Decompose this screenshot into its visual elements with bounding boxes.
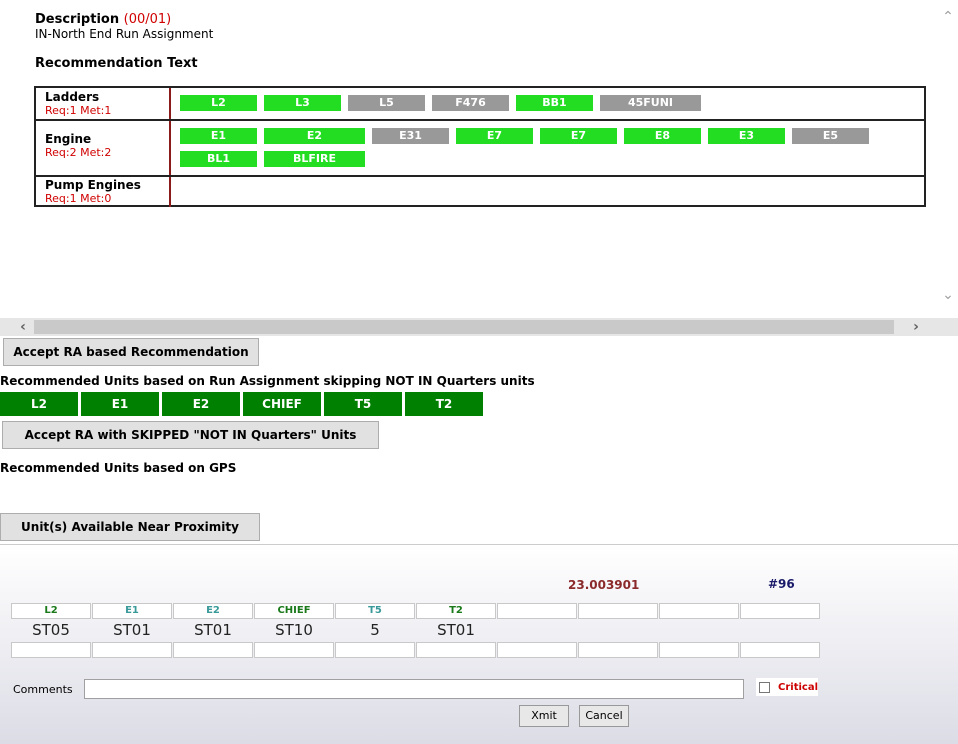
station-cell: ST10 bbox=[275, 621, 313, 639]
empty-unit-cell[interactable] bbox=[740, 642, 820, 658]
unit-chip-e31[interactable]: E31 bbox=[372, 128, 449, 144]
empty-unit-cell[interactable] bbox=[659, 642, 739, 658]
unit-chip-bl1[interactable]: BL1 bbox=[180, 151, 257, 167]
recommended-unit-e1[interactable]: E1 bbox=[81, 392, 159, 416]
run-assignment-window: Description (00/01) IN-North End Run Ass… bbox=[0, 0, 958, 744]
empty-unit-cell[interactable] bbox=[578, 642, 658, 658]
unit-header-cell[interactable]: CHIEF bbox=[254, 603, 334, 619]
description-count: (00/01) bbox=[123, 12, 172, 27]
station-cell: ST05 bbox=[32, 621, 70, 639]
row-label: Pump Engines Req:1 Met:0 bbox=[36, 177, 171, 207]
unit-header-cell[interactable]: E2 bbox=[173, 603, 253, 619]
station-cell bbox=[659, 620, 739, 640]
distance-value: 23.003901 bbox=[568, 578, 640, 592]
unit-chip-45funi[interactable]: 45FUNI bbox=[600, 95, 701, 111]
row-requirement: Req:1 Met:1 bbox=[45, 104, 112, 117]
unit-chip-e5[interactable]: E5 bbox=[792, 128, 869, 144]
empty-unit-cell[interactable] bbox=[254, 642, 334, 658]
description-value: IN-North End Run Assignment bbox=[35, 27, 214, 41]
row-name: Engine bbox=[45, 132, 92, 146]
unit-chip-l5[interactable]: L5 bbox=[348, 95, 425, 111]
unit-chip-blfire[interactable]: BLFIRE bbox=[264, 151, 365, 167]
unit-chip-f476[interactable]: F476 bbox=[432, 95, 509, 111]
row-pump-engines: Pump Engines Req:1 Met:0 bbox=[36, 177, 924, 207]
station-cell: ST01 bbox=[437, 621, 475, 639]
unit-header-cell[interactable] bbox=[659, 603, 739, 619]
row-requirement: Req:2 Met:2 bbox=[45, 146, 112, 159]
unit-chip-bb1[interactable]: BB1 bbox=[516, 95, 593, 111]
scroll-corner bbox=[938, 318, 958, 336]
unit-header-cell[interactable] bbox=[578, 603, 658, 619]
horizontal-scrollbar[interactable]: ‹ › bbox=[0, 318, 938, 336]
dispatch-panel: 23.003901 #96 L2 ST05 E1 ST01 E2 ST01 CHIEF ST1… bbox=[0, 544, 958, 744]
unit-header-cell[interactable] bbox=[497, 603, 577, 619]
empty-unit-cell[interactable] bbox=[335, 642, 415, 658]
station-cell: 5 bbox=[370, 621, 380, 639]
scroll-down-icon[interactable]: ⌄ bbox=[938, 286, 958, 304]
scroll-left-icon[interactable]: ‹ bbox=[14, 318, 32, 336]
scroll-up-icon[interactable]: ⌃ bbox=[938, 8, 958, 26]
row-ladders: Ladders Req:1 Met:1 L2 L3 L5 F476 BB1 45FUNI bbox=[36, 88, 924, 121]
row-requirement: Req:1 Met:0 bbox=[45, 192, 112, 205]
critical-toggle[interactable]: Critical bbox=[756, 678, 818, 696]
unit-header-cell[interactable]: T2 bbox=[416, 603, 496, 619]
empty-unit-cell[interactable] bbox=[11, 642, 91, 658]
recommended-unit-l2[interactable]: L2 bbox=[0, 392, 78, 416]
recommendation-table: Ladders Req:1 Met:1 L2 L3 L5 F476 BB1 45FUNI … bbox=[34, 86, 926, 207]
recommended-unit-chief[interactable]: CHIEF bbox=[243, 392, 321, 416]
empty-unit-cell[interactable] bbox=[497, 642, 577, 658]
unit-header-cell[interactable] bbox=[740, 603, 820, 619]
recommendation-pane: Description (00/01) IN-North End Run Ass… bbox=[0, 0, 958, 336]
empty-unit-cell[interactable] bbox=[416, 642, 496, 658]
vertical-scrollbar[interactable]: ⌃ ⌄ bbox=[938, 0, 958, 318]
unit-chip-e7[interactable]: E7 bbox=[456, 128, 533, 144]
unit-header-cell[interactable]: L2 bbox=[11, 603, 91, 619]
row-name: Ladders bbox=[45, 90, 100, 104]
row-name: Pump Engines bbox=[45, 178, 141, 192]
comments-label: Comments bbox=[13, 683, 73, 696]
unit-chip-e3[interactable]: E3 bbox=[708, 128, 785, 144]
horizontal-scroll-thumb[interactable] bbox=[34, 320, 894, 334]
incident-number: #96 bbox=[768, 577, 795, 591]
empty-unit-cell[interactable] bbox=[92, 642, 172, 658]
unit-chip-e2[interactable]: E2 bbox=[264, 128, 365, 144]
accept-skipped-button[interactable]: Accept RA with SKIPPED "NOT IN Quarters"… bbox=[2, 421, 379, 449]
unit-chip-l2[interactable]: L2 bbox=[180, 95, 257, 111]
comments-input[interactable] bbox=[84, 679, 744, 699]
unit-header-cell[interactable]: E1 bbox=[92, 603, 172, 619]
scroll-right-icon[interactable]: › bbox=[907, 318, 925, 336]
xmit-button[interactable]: Xmit bbox=[519, 705, 569, 727]
station-cell: ST01 bbox=[194, 621, 232, 639]
cancel-button[interactable]: Cancel bbox=[579, 705, 629, 727]
critical-checkbox[interactable] bbox=[759, 682, 770, 693]
gps-heading: Recommended Units based on GPS bbox=[0, 461, 237, 475]
accept-ra-button[interactable]: Accept RA based Recommendation bbox=[3, 338, 259, 366]
empty-unit-cell[interactable] bbox=[173, 642, 253, 658]
recommended-unit-e2[interactable]: E2 bbox=[162, 392, 240, 416]
near-proximity-button[interactable]: Unit(s) Available Near Proximity bbox=[0, 513, 260, 541]
station-cell: ST01 bbox=[113, 621, 151, 639]
station-cell bbox=[578, 620, 658, 640]
unit-chip-e1[interactable]: E1 bbox=[180, 128, 257, 144]
row-label: Ladders Req:1 Met:1 bbox=[36, 88, 171, 119]
recommended-unit-t5[interactable]: T5 bbox=[324, 392, 402, 416]
unit-chip-e8[interactable]: E8 bbox=[624, 128, 701, 144]
description-heading: Description (00/01) bbox=[35, 12, 171, 27]
recommended-unit-t2[interactable]: T2 bbox=[405, 392, 483, 416]
recommendation-title: Recommendation Text bbox=[35, 56, 198, 71]
description-label: Description bbox=[35, 12, 120, 27]
station-cell bbox=[740, 620, 820, 640]
critical-label: Critical bbox=[778, 682, 819, 693]
unit-header-cell[interactable]: T5 bbox=[335, 603, 415, 619]
unit-chip-l3[interactable]: L3 bbox=[264, 95, 341, 111]
recommended-units-heading: Recommended Units based on Run Assignmen… bbox=[0, 374, 535, 388]
row-label: Engine Req:2 Met:2 bbox=[36, 121, 171, 175]
station-cell bbox=[497, 620, 577, 640]
row-engine: Engine Req:2 Met:2 E1 E2 E31 E7 E7 E8 E3 E5 BL1 B… bbox=[36, 121, 924, 177]
unit-chip-e7[interactable]: E7 bbox=[540, 128, 617, 144]
